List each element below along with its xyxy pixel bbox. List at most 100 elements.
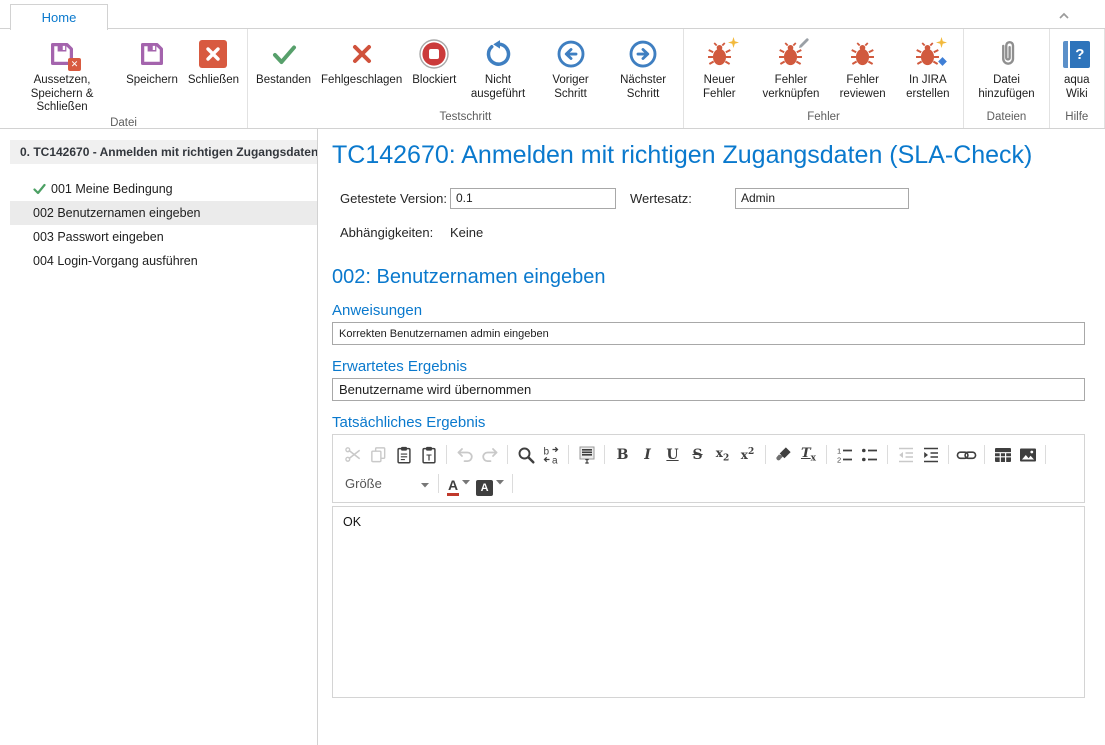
- test-steps-sidebar: 0. TC142670 - Anmelden mit richtigen Zug…: [0, 129, 318, 745]
- undo-icon[interactable]: [452, 443, 477, 467]
- numbered-list-icon[interactable]: 12: [832, 443, 857, 467]
- link-icon[interactable]: [954, 443, 979, 467]
- value-set-label: Wertesatz:: [630, 191, 735, 206]
- font-size-dropdown[interactable]: Größe: [341, 472, 433, 496]
- ribbon-button-label: Bestanden: [256, 74, 311, 88]
- step-item-label: 001 Meine Bedingung: [51, 182, 173, 196]
- table-icon[interactable]: [990, 443, 1015, 467]
- tested-version-input[interactable]: [450, 188, 616, 209]
- step-item-label: 003 Passwort eingeben: [33, 230, 164, 244]
- x-badge-icon: ✕: [68, 58, 81, 71]
- jira-diamond-icon: [937, 56, 948, 67]
- actual-result-editor-content[interactable]: OK: [332, 506, 1085, 698]
- paste-text-icon[interactable]: T: [416, 443, 441, 467]
- rich-text-editor-toolbar: T ba B I U S x2 x2 Tx 12: [332, 434, 1085, 503]
- text-color-button[interactable]: A: [444, 472, 473, 496]
- bold-icon[interactable]: B: [610, 443, 635, 467]
- dependencies-value: Keine: [450, 225, 483, 240]
- replace-icon[interactable]: ba: [538, 443, 563, 467]
- increase-indent-icon[interactable]: [918, 443, 943, 467]
- sparkle-icon: [728, 37, 739, 48]
- subscript-icon[interactable]: x2: [710, 443, 735, 467]
- tab-home[interactable]: Home: [10, 4, 108, 30]
- strikethrough-icon[interactable]: S: [685, 443, 710, 467]
- new-defect-button[interactable]: Neuer Fehler: [687, 33, 752, 101]
- instructions-input[interactable]: [332, 322, 1085, 345]
- test-step-list: 001 Meine Bedingung 002 Benutzernamen ei…: [0, 177, 317, 273]
- close-button[interactable]: Schließen: [183, 33, 244, 88]
- toolbar-separator: [887, 445, 888, 464]
- passed-button[interactable]: Bestanden: [251, 33, 316, 88]
- jira-defect-button[interactable]: In JIRA erstellen: [895, 33, 960, 101]
- attach-file-button[interactable]: Datei hinzufügen: [967, 33, 1045, 101]
- bullet-list-icon[interactable]: [857, 443, 882, 467]
- select-all-icon[interactable]: [574, 443, 599, 467]
- paste-icon[interactable]: [391, 443, 416, 467]
- jira-defect-icon: [914, 34, 941, 74]
- step-list-item-003[interactable]: 003 Passwort eingeben: [10, 225, 317, 249]
- step-heading: 002: Benutzernamen eingeben: [332, 266, 1105, 289]
- save-button[interactable]: Speichern: [121, 33, 183, 88]
- font-size-dropdown-label: Größe: [345, 476, 382, 491]
- underline-icon[interactable]: U: [660, 443, 685, 467]
- background-color-icon: A: [476, 480, 493, 496]
- cut-icon[interactable]: [341, 443, 366, 467]
- review-defect-button[interactable]: Fehler reviewen: [830, 33, 895, 101]
- previous-step-button[interactable]: Voriger Schritt: [535, 33, 607, 101]
- ribbon-group-label: Hilfe: [1053, 109, 1101, 128]
- failed-button[interactable]: Fehlgeschlagen: [316, 33, 407, 88]
- blocked-button[interactable]: Blockiert: [407, 33, 461, 88]
- italic-icon[interactable]: I: [635, 443, 660, 467]
- step-list-item-001[interactable]: 001 Meine Bedingung: [10, 177, 317, 201]
- ribbon-button-label: Fehlgeschlagen: [321, 74, 402, 88]
- ribbon: ✕ Aussetzen, Speichern & Schließen Speic…: [0, 29, 1105, 129]
- collapse-ribbon-button[interactable]: [1056, 10, 1072, 22]
- decrease-indent-icon[interactable]: [893, 443, 918, 467]
- step-item-label: 004 Login-Vorgang ausführen: [33, 254, 198, 268]
- toolbar-separator: [438, 474, 439, 493]
- svg-text:T: T: [426, 452, 432, 462]
- ribbon-button-label: In JIRA erstellen: [900, 74, 955, 101]
- remove-format-icon[interactable]: Tx: [796, 443, 821, 467]
- attach-file-icon: [992, 34, 1022, 74]
- svg-text:1: 1: [837, 446, 841, 455]
- failed-cross-icon: [349, 34, 375, 74]
- step-list-item-002[interactable]: 002 Benutzernamen eingeben: [10, 201, 317, 225]
- actual-result-label: Tatsächliches Ergebnis: [332, 414, 1105, 431]
- close-icon: [199, 34, 227, 74]
- superscript-icon[interactable]: x2: [735, 443, 760, 467]
- suspend-save-close-button[interactable]: ✕ Aussetzen, Speichern & Schließen: [3, 33, 121, 115]
- text-color-icon: A: [447, 478, 459, 496]
- ribbon-group-label: Testschritt: [251, 109, 680, 128]
- aqua-wiki-button[interactable]: ? aqua Wiki: [1053, 33, 1101, 101]
- format-painter-icon[interactable]: [771, 443, 796, 467]
- image-icon[interactable]: [1015, 443, 1040, 467]
- ribbon-group-label: Dateien: [967, 109, 1045, 128]
- search-icon[interactable]: [513, 443, 538, 467]
- next-step-icon: [628, 34, 658, 74]
- dependencies-label: Abhängigkeiten:: [340, 225, 450, 240]
- ribbon-button-label: Speichern: [126, 74, 178, 88]
- toolbar-separator: [984, 445, 985, 464]
- copy-icon[interactable]: [366, 443, 391, 467]
- link-defect-button[interactable]: Fehler verknüpfen: [752, 33, 830, 101]
- expected-result-input[interactable]: [332, 378, 1085, 401]
- next-step-button[interactable]: Nächster Schritt: [606, 33, 679, 101]
- svg-text:a: a: [552, 455, 558, 465]
- not-executed-button[interactable]: Nicht ausgeführt: [461, 33, 534, 101]
- chevron-down-icon: [421, 476, 429, 491]
- step-list-item-004[interactable]: 004 Login-Vorgang ausführen: [10, 249, 317, 273]
- tested-version-label: Getestete Version:: [340, 191, 450, 206]
- instructions-label: Anweisungen: [332, 302, 1105, 319]
- redo-icon[interactable]: [477, 443, 502, 467]
- not-executed-icon: [483, 34, 513, 74]
- background-color-button[interactable]: A: [473, 472, 507, 496]
- ribbon-button-label: Datei hinzufügen: [972, 74, 1040, 101]
- ribbon-group-testschritt: Bestanden Fehlgeschlagen Blockiert Nicht…: [248, 29, 684, 128]
- step-item-label: 002 Benutzernamen eingeben: [33, 206, 201, 220]
- test-execution-main-panel: TC142670: Anmelden mit richtigen Zugangs…: [332, 129, 1105, 745]
- value-set-input[interactable]: [735, 188, 909, 209]
- blocked-icon: [418, 34, 450, 74]
- previous-step-icon: [556, 34, 586, 74]
- expected-result-label: Erwartetes Ergebnis: [332, 358, 1105, 375]
